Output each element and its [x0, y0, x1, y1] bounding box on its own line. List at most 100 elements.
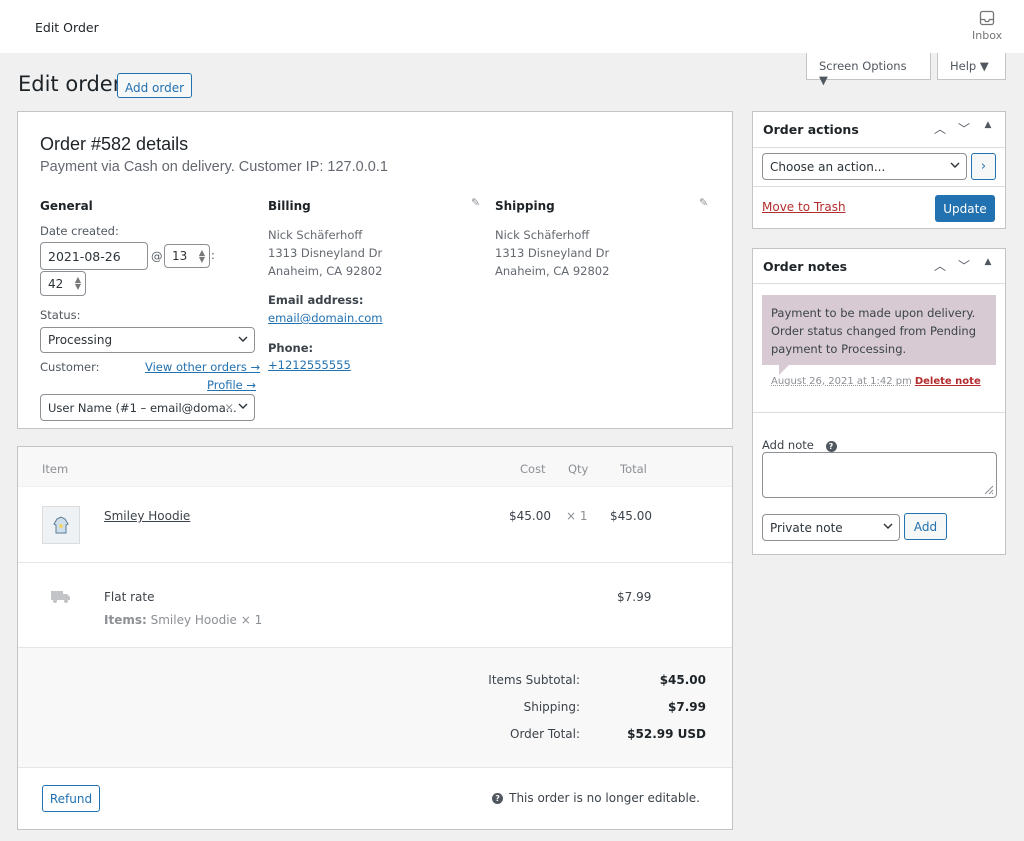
customer-value: User Name (#1 – email@doma...	[48, 400, 237, 415]
panel-divider	[753, 186, 1005, 187]
hour-value: 13	[172, 249, 188, 263]
help-icon: ?	[492, 792, 504, 804]
panel-divider	[753, 283, 1005, 284]
subtotal-label: Items Subtotal:	[488, 673, 580, 687]
order-details-panel: Order #582 details Payment via Cash on d…	[17, 111, 733, 429]
at-separator: @	[151, 249, 163, 263]
note-type-value: Private note	[770, 520, 843, 535]
shipping-name: Nick Schäferhoff	[495, 228, 590, 242]
email-label: Email address:	[268, 293, 364, 307]
chevron-down-icon	[238, 336, 248, 342]
totals-divider-top	[18, 647, 732, 648]
line-qty: × 1	[566, 509, 588, 523]
note-tail	[779, 365, 789, 375]
date-created-input[interactable]: 2021-08-26	[40, 242, 148, 270]
inbox-button[interactable]: Inbox	[972, 10, 1002, 42]
shipping-items: Items: Smiley Hoodie × 1	[104, 613, 262, 627]
hour-input[interactable]: 13 ▲ ▼	[164, 244, 210, 268]
delete-note-link[interactable]: Delete note	[915, 376, 981, 387]
chevron-down-icon	[883, 523, 893, 529]
product-link[interactable]: Smiley Hoodie	[104, 509, 190, 523]
panel-divider	[753, 412, 1005, 413]
shipping-total: $7.99	[617, 590, 652, 604]
edit-billing-pencil-icon[interactable]: ✎	[471, 196, 480, 209]
refund-button[interactable]: Refund	[42, 785, 100, 812]
inbox-icon	[979, 10, 995, 26]
order-note: Payment to be made upon delivery. Order …	[762, 295, 996, 365]
minute-spinner-icon[interactable]: ▲ ▼	[75, 276, 81, 291]
toggle-panel-icon[interactable]: ▲	[981, 257, 995, 274]
minute-input[interactable]: 42 ▲ ▼	[40, 271, 86, 296]
update-button[interactable]: Update	[935, 195, 995, 222]
panel-controls: ︿ ﹀ ▲	[933, 257, 995, 274]
shipping-method-name: Flat rate	[104, 590, 155, 604]
shipping-address-line2: Anaheim, CA 92802	[495, 264, 610, 278]
add-order-button[interactable]: Add order	[117, 73, 193, 98]
billing-address: Nick Schäferhoff 1313 Disneyland Dr Anah…	[268, 226, 382, 280]
shipping-total-value: $7.99	[668, 700, 706, 714]
move-up-icon[interactable]: ︿	[933, 257, 947, 274]
customer-label: Customer:	[40, 360, 100, 374]
email-link[interactable]: email@domain.com	[268, 311, 383, 325]
chevron-down-icon	[238, 403, 248, 409]
not-editable-text: This order is no longer editable.	[509, 791, 700, 805]
line-cost: $45.00	[509, 509, 551, 523]
apply-action-button[interactable]: ›	[971, 153, 996, 180]
status-label: Status:	[40, 308, 81, 322]
items-table-header: Item Cost Qty Total	[18, 447, 732, 487]
note-date: August 26, 2021 at 1:42 pm	[771, 376, 912, 387]
clear-icon[interactable]: ×	[224, 400, 234, 414]
view-other-orders-link[interactable]: View other orders →	[145, 360, 260, 374]
chevron-right-icon: ›	[980, 159, 987, 174]
general-heading: General	[40, 199, 93, 213]
line-total: $45.00	[610, 509, 652, 523]
edit-shipping-pencil-icon[interactable]: ✎	[699, 196, 708, 209]
date-value: 2021-08-26	[48, 248, 121, 264]
toggle-panel-icon[interactable]: ▲	[981, 120, 995, 137]
order-subtitle: Payment via Cash on delivery. Customer I…	[40, 159, 388, 175]
customer-select[interactable]: User Name (#1 – email@doma... ×	[40, 394, 255, 421]
date-created-label: Date created:	[40, 224, 119, 238]
hour-spinner-icon[interactable]: ▲ ▼	[199, 249, 205, 264]
order-items-panel: Item Cost Qty Total Smiley Hoodie $45.00…	[17, 446, 733, 830]
row-divider	[18, 562, 732, 563]
totals-section: Items Subtotal: $45.00 Shipping: $7.99 O…	[18, 647, 732, 767]
screen-options-tab[interactable]: Screen Options ▼	[806, 53, 931, 87]
status-select[interactable]: Processing	[40, 327, 255, 353]
billing-address-line1: 1313 Disneyland Dr	[268, 246, 383, 260]
add-note-textarea[interactable]	[762, 452, 997, 498]
order-total-value: $52.99 USD	[627, 727, 706, 741]
subtotal-value: $45.00	[659, 673, 706, 687]
order-action-select[interactable]: Choose an action...	[762, 153, 967, 180]
resize-handle-icon[interactable]	[984, 485, 994, 495]
shipping-heading: Shipping	[495, 199, 555, 213]
move-up-icon[interactable]: ︿	[933, 120, 947, 137]
order-actions-title: Order actions	[763, 122, 859, 137]
add-note-button[interactable]: Add	[904, 513, 947, 540]
product-thumbnail[interactable]	[42, 506, 80, 544]
totals-divider-bottom	[18, 767, 732, 768]
phone-label: Phone:	[268, 341, 314, 355]
billing-name: Nick Schäferhoff	[268, 228, 363, 242]
colon-separator: :	[211, 248, 215, 262]
order-actions-panel: Order actions ︿ ﹀ ▲ Choose an action... …	[752, 111, 1006, 229]
profile-link[interactable]: Profile →	[207, 378, 256, 392]
hoodie-icon	[53, 516, 69, 534]
note-type-select[interactable]: Private note	[762, 514, 900, 541]
top-bar-title: Edit Order	[35, 20, 99, 35]
minute-value: 42	[48, 276, 64, 291]
not-editable-notice: ? This order is no longer editable.	[492, 791, 700, 805]
help-icon: ?	[825, 441, 837, 452]
phone-link[interactable]: +1212555555	[268, 358, 351, 372]
top-bar: Edit Order Inbox	[0, 0, 1024, 53]
move-down-icon[interactable]: ﹀	[957, 257, 971, 274]
order-action-value: Choose an action...	[770, 159, 886, 174]
move-to-trash-link[interactable]: Move to Trash	[762, 200, 846, 214]
shipping-address: Nick Schäferhoff 1313 Disneyland Dr Anah…	[495, 226, 609, 280]
move-down-icon[interactable]: ﹀	[957, 120, 971, 137]
note-meta: August 26, 2021 at 1:42 pm Delete note	[771, 376, 981, 387]
add-note-label: Add note ?	[762, 438, 837, 452]
header-item: Item	[42, 462, 69, 476]
header-cost: Cost	[520, 462, 546, 476]
help-tab[interactable]: Help ▼	[937, 53, 1006, 80]
